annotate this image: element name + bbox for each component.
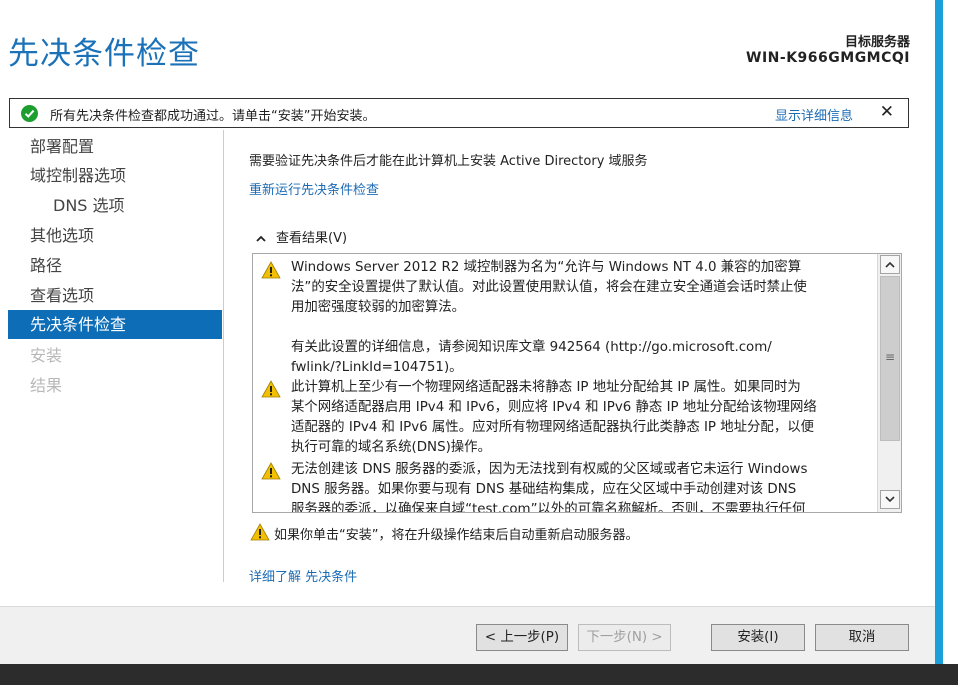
scroll-thumb[interactable]: ≡ (880, 276, 900, 441)
close-icon[interactable]: ✕ (880, 102, 894, 122)
results-panel: Windows Server 2012 R2 域控制器为名为“允许与 Windo… (252, 253, 902, 513)
warning-icon (261, 261, 281, 279)
next-button: 下一步(N) > (578, 624, 671, 651)
sidebar-item-additional-options[interactable]: 其他选项 (8, 221, 222, 250)
warning-icon (261, 380, 281, 398)
restart-warning-text: 如果你单击“安装”，将在升级操作结束后自动重新启动服务器。 (274, 528, 639, 543)
back-button[interactable]: < 上一步(P) (476, 624, 568, 651)
target-server-name: WIN-K966GMGMCQI (746, 50, 910, 66)
chevron-up-icon (256, 231, 266, 245)
wizard-sidebar: 部署配置 域控制器选项 DNS 选项 其他选项 路径 查看选项 先决条件检查 安… (0, 130, 224, 582)
results-header-toggle[interactable]: 查看结果(V) (256, 227, 347, 246)
scroll-up-icon[interactable] (880, 255, 900, 274)
install-button[interactable]: 安装(I) (711, 624, 805, 651)
sidebar-item-review-options[interactable]: 查看选项 (8, 281, 222, 310)
sidebar-item-results: 结果 (30, 376, 63, 395)
rerun-check-link[interactable]: 重新运行先决条件检查 (249, 179, 379, 198)
notification-message: 所有先决条件检查都成功通过。请单击“安装”开始安装。 (50, 109, 376, 124)
results-header-label: 查看结果(V) (276, 231, 348, 246)
result-message: 无法创建该 DNS 服务器的委派，因为无法找到有权威的父区域或者它未运行 Win… (291, 462, 808, 512)
intro-text: 需要验证先决条件后才能在此计算机上安装 Active Directory 域服务 (249, 154, 648, 169)
wizard-footer: < 上一步(P) 下一步(N) > 安装(I) 取消 (0, 606, 935, 664)
sidebar-item-prerequisites-check[interactable]: 先决条件检查 (8, 310, 222, 339)
warning-icon (250, 523, 270, 541)
scroll-down-icon[interactable] (880, 490, 900, 509)
target-server-label: 目标服务器 (844, 35, 910, 50)
result-message: 此计算机上至少有一个物理网络适配器未将静态 IP 地址分配给其 IP 属性。如果… (291, 380, 817, 455)
page-title: 先决条件检查 (8, 36, 200, 72)
sidebar-item-installation: 安装 (30, 346, 63, 365)
sidebar-item-dns-options[interactable]: DNS 选项 (8, 191, 222, 220)
sidebar-item-paths[interactable]: 路径 (8, 251, 222, 280)
results-list: Windows Server 2012 R2 域控制器为名为“允许与 Windo… (253, 254, 878, 512)
cancel-button[interactable]: 取消 (815, 624, 909, 651)
sidebar-item-deployment-config[interactable]: 部署配置 (8, 132, 222, 161)
window-frame-edge (935, 0, 958, 664)
results-scrollbar[interactable]: ≡ (877, 254, 901, 512)
taskbar-strip (0, 664, 958, 685)
wizard-window: 先决条件检查 目标服务器 WIN-K966GMGMCQI 所有先决条件检查都成功… (0, 0, 935, 664)
show-details-link[interactable]: 显示详细信息 (775, 105, 853, 124)
result-message: Windows Server 2012 R2 域控制器为名为“允许与 Windo… (291, 260, 807, 375)
notification-bar: 所有先决条件检查都成功通过。请单击“安装”开始安装。 显示详细信息 ✕ (9, 98, 909, 128)
learn-more-link[interactable]: 详细了解 先决条件 (249, 566, 357, 585)
success-check-icon (21, 105, 38, 122)
sidebar-divider (223, 130, 224, 582)
sidebar-item-dc-options[interactable]: 域控制器选项 (8, 161, 222, 190)
grip-icon: ≡ (885, 350, 896, 364)
warning-icon (261, 462, 281, 480)
